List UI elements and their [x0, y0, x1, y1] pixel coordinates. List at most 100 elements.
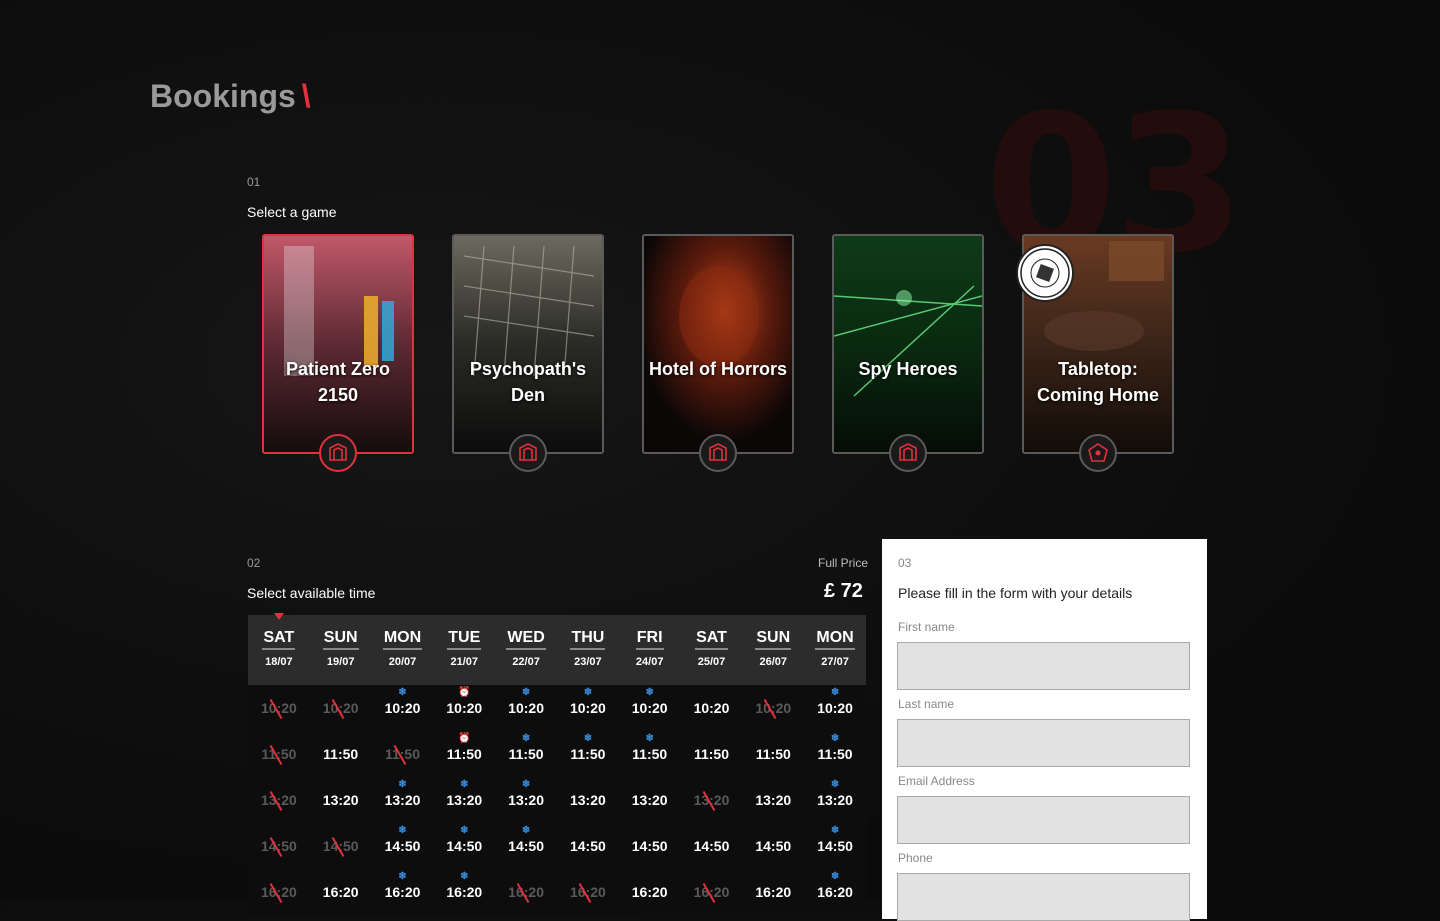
game-title: Patient Zero 2150: [285, 359, 391, 405]
time-slot[interactable]: 14:50: [681, 823, 743, 869]
time-slot-unavailable: 16:20: [248, 869, 310, 915]
time-slot[interactable]: ❄ 16:20: [433, 869, 495, 915]
time-slot[interactable]: ⏰ 11:50: [433, 731, 495, 777]
last-name-label: Last name: [898, 697, 955, 711]
time-slot[interactable]: 14:50: [742, 823, 804, 869]
snowflake-icon: ❄: [460, 825, 469, 836]
time-slot-unavailable: 16:20: [557, 869, 619, 915]
time-slot[interactable]: 13:20: [310, 777, 372, 823]
time-slot[interactable]: ❄ 10:20: [557, 685, 619, 731]
snowflake-icon: ❄: [521, 779, 531, 790]
step-2-label: Select available time: [247, 585, 376, 601]
game-card-hotel-of-horrors[interactable]: Hotel of Horrors: [642, 234, 794, 472]
game-card-tabletop-coming-home[interactable]: Tabletop: Coming Home: [1016, 234, 1174, 472]
day-name: WED: [506, 629, 546, 650]
day-header: SUN 26/07: [742, 615, 804, 685]
time-slot[interactable]: ❄ 16:20: [372, 869, 434, 915]
time-slot-label: 13:20: [817, 792, 853, 808]
time-slot[interactable]: ❄ 11:50: [804, 731, 866, 777]
step-3-label: Please fill in the form with your detail…: [898, 585, 1133, 601]
time-slot[interactable]: ❄ 14:50: [433, 823, 495, 869]
time-slot[interactable]: 16:20: [619, 869, 681, 915]
time-slot[interactable]: 11:50: [742, 731, 804, 777]
time-slot[interactable]: ❄ 14:50: [372, 823, 434, 869]
day-name: MON: [382, 629, 423, 650]
escape-room-icon: [699, 434, 737, 472]
time-slot[interactable]: 14:50: [557, 823, 619, 869]
time-slot[interactable]: ❄ 16:20: [804, 869, 866, 915]
time-slot[interactable]: 11:50: [681, 731, 743, 777]
first-name-input[interactable]: [897, 642, 1190, 690]
time-slot[interactable]: ❄ 10:20: [804, 685, 866, 731]
time-slot[interactable]: ⏰ 10:20: [433, 685, 495, 731]
time-slot-label: 16:20: [631, 884, 668, 900]
time-slot[interactable]: ❄ 13:20: [804, 777, 866, 823]
game-chest-seal-icon: [1016, 244, 1074, 302]
time-slot[interactable]: ❄ 14:50: [804, 823, 866, 869]
time-slot-label: 11:50: [508, 746, 544, 762]
snowflake-icon: ❄: [583, 687, 593, 698]
last-name-input[interactable]: [897, 719, 1190, 767]
time-slot[interactable]: ❄ 10:20: [372, 685, 434, 731]
day-date: 27/07: [821, 656, 849, 668]
day-name: SUN: [322, 629, 359, 650]
day-date: 24/07: [635, 656, 664, 668]
time-slot-unavailable: 10:20: [742, 685, 804, 731]
time-slot[interactable]: ❄ 13:20: [372, 777, 434, 823]
time-row: 13:20 13:20 ❄ 13:20 ❄ 13:20 ❄ 13:20 13:20 13:20 13…: [248, 777, 866, 823]
game-image: [454, 236, 602, 452]
time-slot-label: 11:50: [446, 746, 482, 762]
time-slot[interactable]: 16:20: [310, 869, 372, 915]
time-slot-label: 13:20: [755, 792, 792, 808]
time-slot[interactable]: ❄ 10:20: [619, 685, 681, 731]
game-card-spy-heroes[interactable]: Spy Heroes: [832, 234, 984, 472]
time-slot[interactable]: 13:20: [742, 777, 804, 823]
game-title: Psychopath's Den: [469, 359, 587, 405]
time-slot[interactable]: ❄ 14:50: [495, 823, 557, 869]
time-slot-unavailable: 14:50: [248, 823, 310, 869]
phone-input[interactable]: [897, 873, 1190, 921]
game-title: Spy Heroes: [858, 359, 958, 379]
snowflake-icon: ❄: [521, 733, 531, 744]
page-title: Bookings \: [150, 78, 311, 115]
game-card-psychopaths-den[interactable]: Psychopath's Den: [452, 234, 604, 472]
clock-icon: ⏰: [458, 733, 471, 744]
snowflake-icon: ❄: [645, 733, 654, 744]
game-card-patient-zero[interactable]: Patient Zero 2150: [262, 234, 414, 472]
time-slot-label: 13:20: [569, 792, 606, 808]
time-slot[interactable]: ❄ 13:20: [495, 777, 557, 823]
time-slot-unavailable: 13:20: [248, 777, 310, 823]
time-slot[interactable]: ❄ 11:50: [557, 731, 619, 777]
time-schedule: SAT 18/07 SUN 19/07 MON 20/07 TUE 21/07 WED 22/07…: [248, 613, 866, 915]
time-slot[interactable]: 16:20: [742, 869, 804, 915]
time-slot[interactable]: 10:20: [681, 685, 743, 731]
time-slot-label: 11:50: [632, 746, 668, 762]
time-slot-label: 10:20: [817, 700, 853, 716]
day-name: THU: [570, 629, 606, 650]
time-slot[interactable]: ❄ 11:50: [495, 731, 557, 777]
schedule-header: SAT 18/07 SUN 19/07 MON 20/07 TUE 21/07 WED 22/07…: [248, 615, 866, 685]
time-slot[interactable]: ❄ 13:20: [433, 777, 495, 823]
day-header: FRI 24/07: [619, 615, 681, 685]
time-slot[interactable]: 11:50: [310, 731, 372, 777]
snowflake-icon: ❄: [521, 687, 531, 698]
time-slot[interactable]: 13:20: [557, 777, 619, 823]
time-row: 10:20 10:20 ❄ 10:20 ⏰ 10:20 ❄ 10:20 ❄ 10:20 ❄ 10:20…: [248, 685, 866, 731]
time-slot[interactable]: 13:20: [619, 777, 681, 823]
email-input[interactable]: [897, 796, 1190, 844]
time-slot[interactable]: ❄ 11:50: [619, 731, 681, 777]
time-slot[interactable]: 14:50: [619, 823, 681, 869]
time-slot-label: 13:20: [446, 792, 483, 808]
game-image: [264, 236, 412, 452]
day-date: 23/07: [574, 656, 602, 668]
time-slot-label: 16:20: [322, 884, 359, 900]
time-slot-label: 14:50: [631, 838, 668, 854]
time-slot-label: 16:20: [446, 884, 483, 900]
day-date: 25/07: [697, 656, 726, 668]
time-slot[interactable]: ❄ 10:20: [495, 685, 557, 731]
time-row: 11:50 11:50 11:50 ⏰ 11:50 ❄ 11:50 ❄ 11:50 ❄ 11:50 1…: [248, 731, 866, 777]
day-date: 22/07: [512, 656, 540, 668]
time-slot-label: 14:50: [446, 838, 483, 854]
day-name: TUE: [447, 629, 482, 650]
time-slot-label: 11:50: [817, 746, 853, 762]
